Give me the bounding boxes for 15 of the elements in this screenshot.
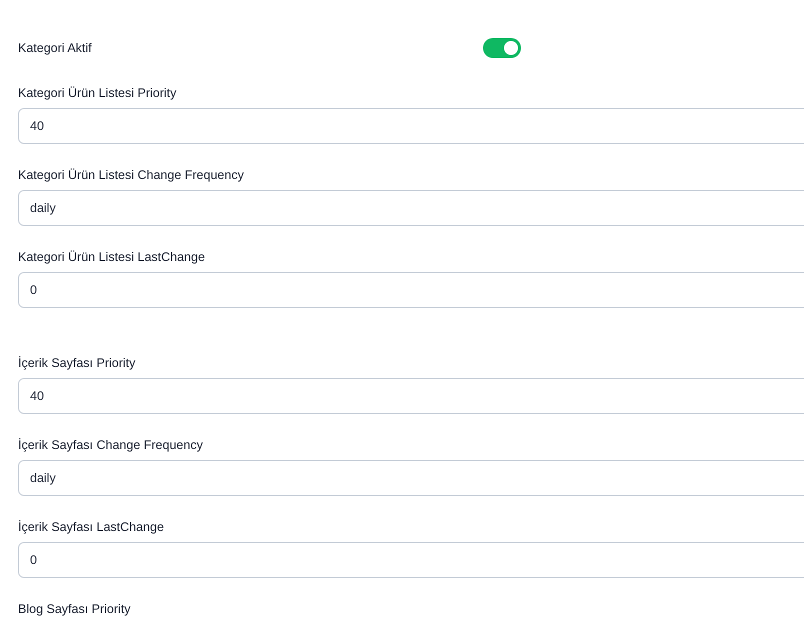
input-field[interactable]: daily <box>18 460 804 496</box>
field-label: Kategori Aktif <box>18 40 93 56</box>
input-field[interactable]: 40 <box>18 108 804 144</box>
field-label: İçerik Sayfası Change Frequency <box>18 438 204 453</box>
input-field[interactable]: daily <box>18 190 804 226</box>
field-label: Kategori Ürün Listesi LastChange <box>18 250 206 265</box>
toggle-switch[interactable] <box>483 38 521 58</box>
field-label: Kategori Ürün Listesi Priority <box>18 86 178 101</box>
field-label: Blog Sayfası Priority <box>18 602 132 617</box>
input-field[interactable]: 40 <box>18 378 804 414</box>
input-field[interactable]: 0 <box>18 272 804 308</box>
field-label: İçerik Sayfası LastChange <box>18 520 165 535</box>
field-label: İçerik Sayfası Priority <box>18 356 136 371</box>
field-label: Kategori Ürün Listesi Change Frequency <box>18 168 245 183</box>
input-field[interactable]: 0 <box>18 542 804 578</box>
